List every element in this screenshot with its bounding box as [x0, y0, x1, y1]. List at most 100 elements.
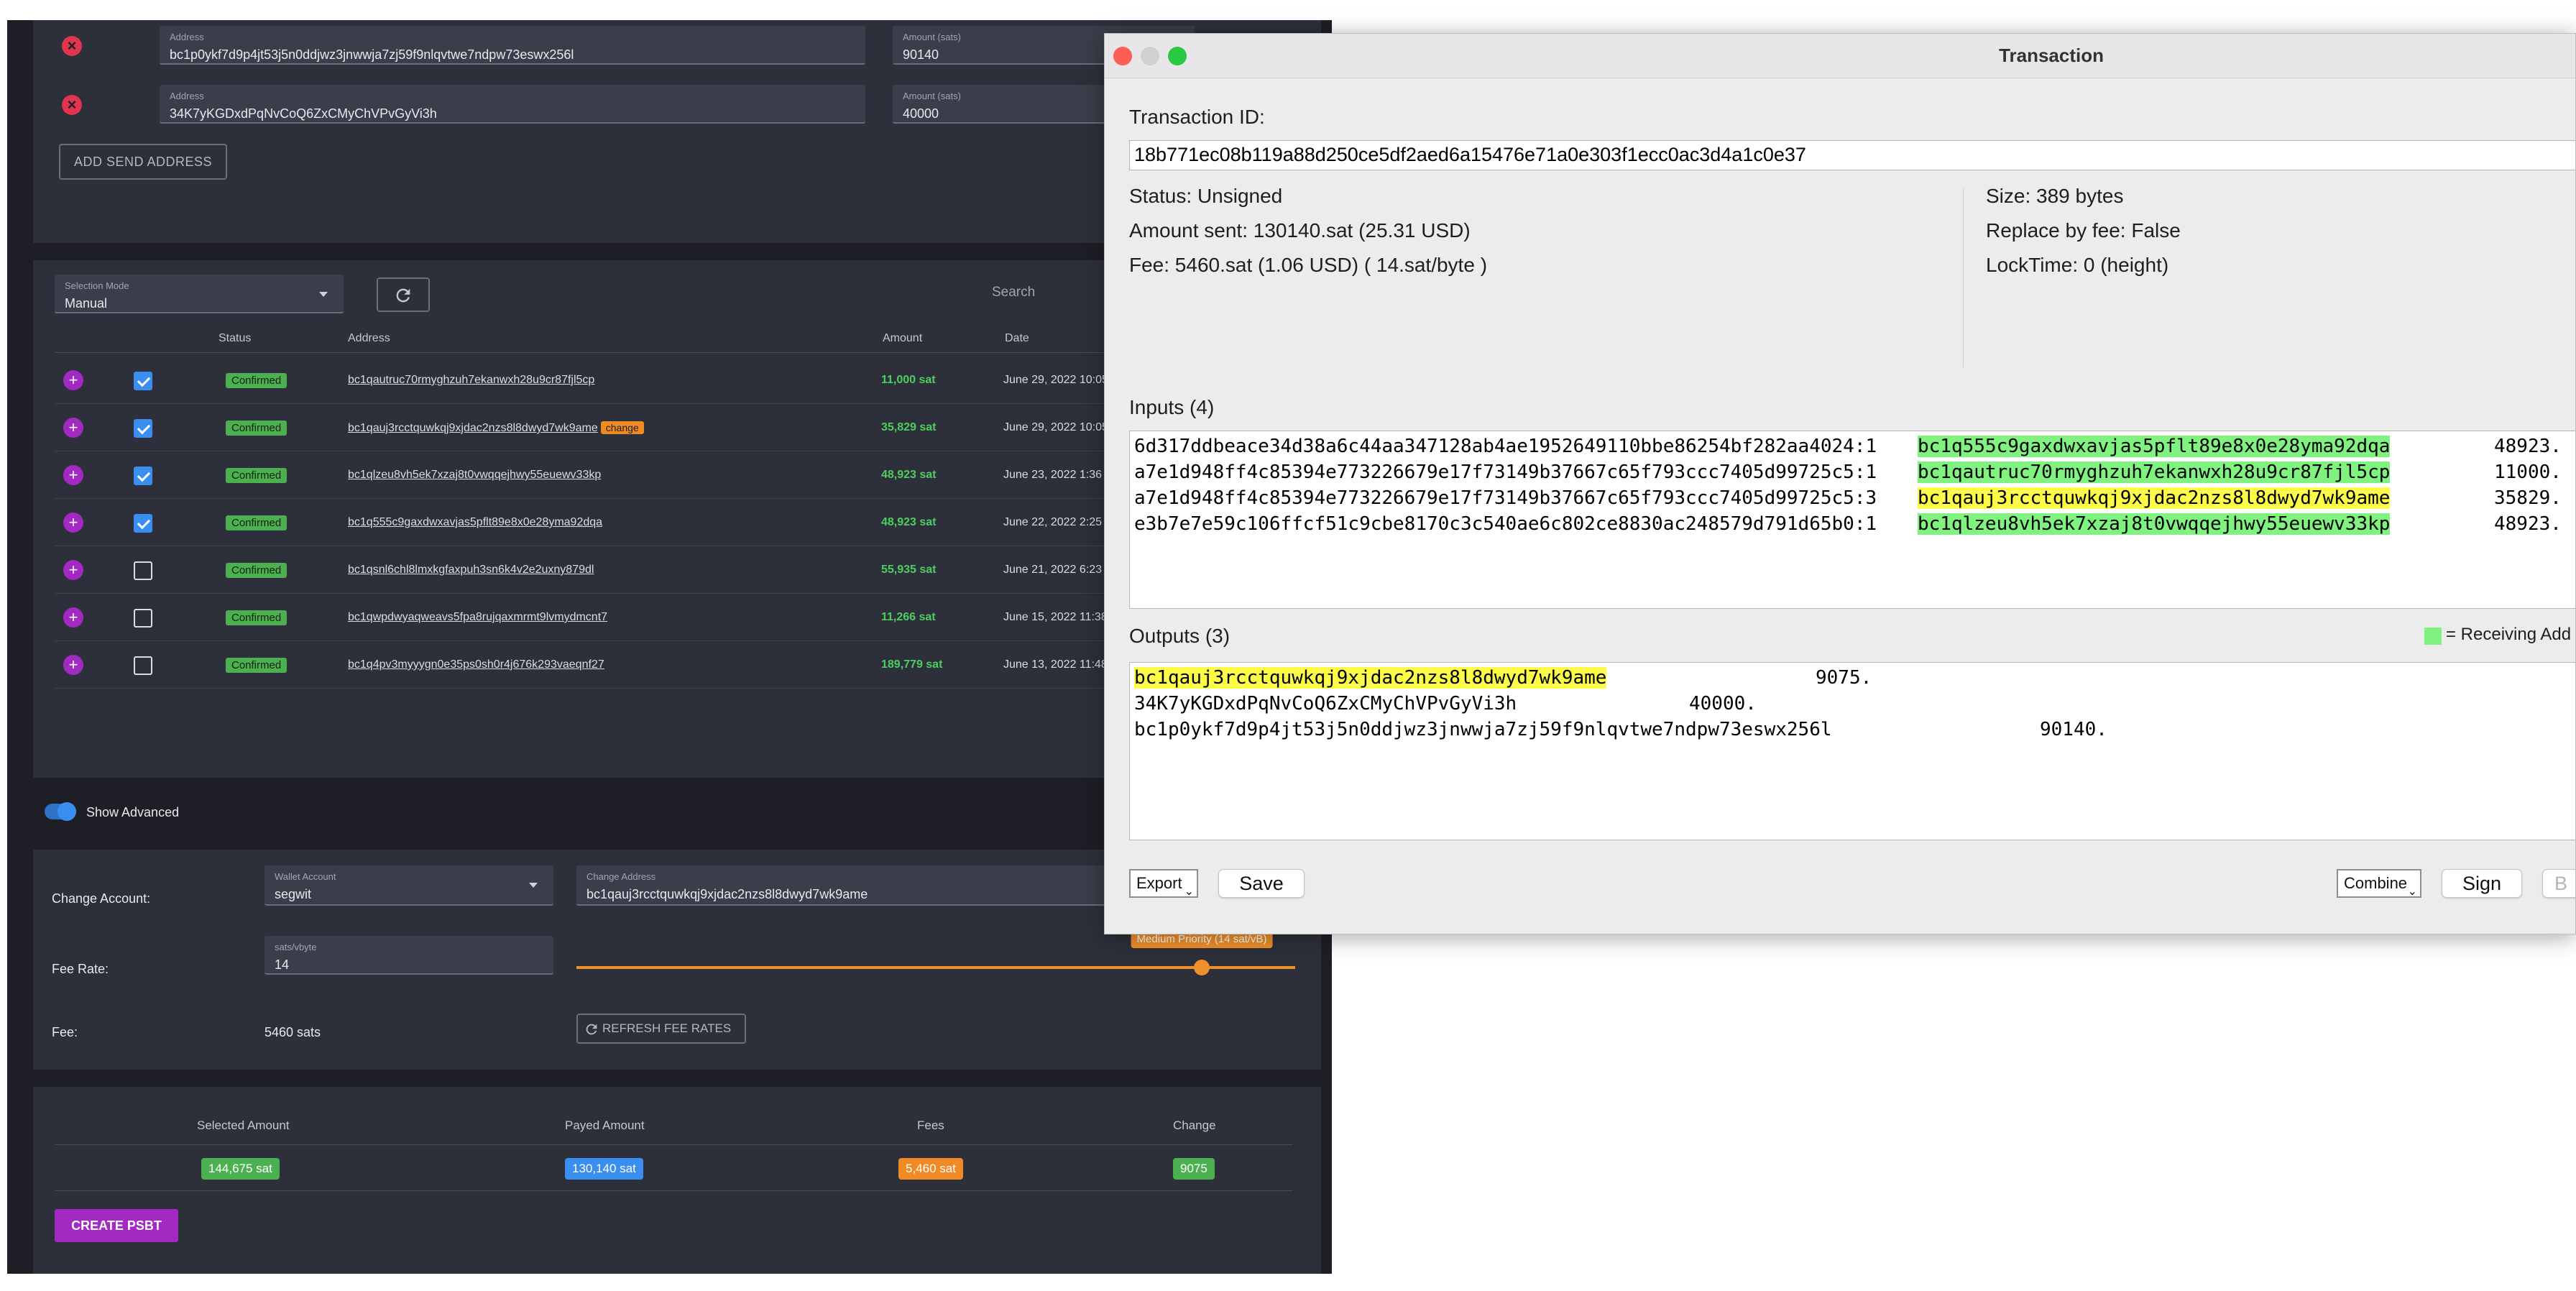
payed-amount-value: 130,140 sat — [565, 1158, 643, 1180]
selected-amount-header: Selected Amount — [197, 1118, 290, 1132]
add-utxo-button[interactable]: + — [63, 560, 83, 580]
locktime-text: LockTime: 0 (height) — [1986, 254, 2169, 276]
remove-recipient-2-button[interactable]: × — [62, 95, 82, 115]
input-outpoint: e3b7e7e59c106ffcf51c9cbe8170c3c540ae6c80… — [1134, 513, 1877, 535]
table-row[interactable]: + Confirmed bc1qwpdwyaqweavs5fpa8rujqaxmrm… — [55, 594, 1136, 641]
txid-value: 18b771ec08b119a88d250ce5df2aed6a15476e71… — [1134, 144, 1806, 165]
table-row[interactable]: + Confirmed bc1qsnl6chl8lmxkgfaxpuh3sn6k4v… — [55, 546, 1136, 594]
add-utxo-button[interactable]: + — [63, 418, 83, 438]
table-row[interactable]: + Confirmed bc1qlzeu8vh5ek7xzaj8t0vwqqejhw… — [55, 451, 1136, 499]
input-address: bc1q555c9gaxdwxavjas5pflt89e8x0e28yma92d… — [1918, 436, 2391, 457]
change-badge: change — [600, 421, 644, 434]
utxo-address-link[interactable]: bc1qauj3rcctquwkqj9xjdac2nzs8l8dwyd7wk9a… — [348, 421, 644, 435]
table-row[interactable]: + Confirmed bc1qautruc70rmyghzuh7ekanwxh28… — [55, 357, 1136, 404]
output-amount: 90140. — [2040, 719, 2107, 740]
show-advanced-label: Show Advanced — [86, 805, 180, 819]
title-bar[interactable]: Transaction — [1105, 34, 2575, 78]
utxo-amount: 11,266 sat — [881, 611, 936, 623]
utxo-amount: 189,779 sat — [881, 658, 943, 671]
utxo-checkbox[interactable] — [134, 514, 152, 533]
sign-button[interactable]: Sign — [2442, 869, 2522, 898]
add-utxo-button[interactable]: + — [63, 370, 83, 390]
utxo-checkbox[interactable] — [134, 561, 152, 580]
refresh-utxos-button[interactable] — [377, 277, 430, 312]
fee-rate-slider[interactable]: Medium Priority (14 sat/vB) — [576, 930, 1295, 975]
output-amount: 9075. — [1816, 667, 1872, 689]
header-date: Date — [1005, 332, 1029, 344]
outputs-list[interactable]: bc1qauj3rcctquwkqj9xjdac2nzs8l8dwyd7wk9a… — [1129, 662, 2575, 840]
add-utxo-button[interactable]: + — [63, 655, 83, 675]
recipient-2-address-field[interactable]: Address 34K7yKGDxdPqNvCoQ6ZxCMyChVPvGyVi… — [160, 85, 865, 124]
broadcast-button[interactable]: B — [2542, 869, 2575, 898]
output-address: bc1p0ykf7d9p4jt53j5n0ddjwz3jnwwja7zj59f9… — [1134, 719, 1832, 740]
utxo-address-link[interactable]: bc1q555c9gaxdwxavjas5pflt89e8x0e28yma92d… — [348, 516, 602, 529]
utxo-address: bc1qautruc70rmyghzuh7ekanwxh28u9cr87fjl5… — [348, 374, 595, 386]
utxo-address: bc1qlzeu8vh5ek7xzaj8t0vwqqejhwy55euewv33… — [348, 469, 602, 481]
utxo-amount: 48,923 sat — [881, 469, 937, 481]
utxo-address-link[interactable]: bc1qwpdwyaqweavs5fpa8rujqaxmrmt9lvmydmcn… — [348, 611, 607, 624]
add-utxo-button[interactable]: + — [63, 465, 83, 485]
combine-label: Combine — [2344, 874, 2408, 892]
fees-header: Fees — [917, 1118, 944, 1132]
utxo-amount: 55,935 sat — [881, 564, 937, 576]
status-badge: Confirmed — [226, 468, 288, 483]
amount-label: Amount (sats) — [903, 91, 961, 101]
selection-mode-select[interactable]: Selection Mode Manual — [55, 275, 344, 313]
utxo-checkbox[interactable] — [134, 419, 152, 438]
inputs-label: Inputs (4) — [1129, 396, 1215, 418]
fees-value: 5,460 sat — [898, 1158, 963, 1180]
address-value: bc1p0ykf7d9p4jt53j5n0ddjwz3jnwwja7zj59f9… — [170, 47, 574, 62]
change-header: Change — [1173, 1118, 1216, 1132]
table-row[interactable]: + Confirmed bc1q4pv3myyygn0e35ps0sh0r4j676… — [55, 641, 1136, 689]
amount-sent-text: Amount sent: 130140.sat (25.31 USD) — [1129, 219, 1471, 242]
header-amount: Amount — [883, 332, 923, 344]
combine-menu[interactable]: Combine ⌄ — [2337, 869, 2421, 898]
table-row[interactable]: + Confirmed bc1qauj3rcctquwkqj9xjdac2nzs8l… — [55, 404, 1136, 451]
export-label: Export — [1136, 874, 1182, 892]
address-label: Address — [170, 91, 204, 101]
chevron-down-icon: ⌄ — [1184, 886, 1194, 898]
utxo-checkbox[interactable] — [134, 656, 152, 675]
utxo-address-link[interactable]: bc1q4pv3myyygn0e35ps0sh0r4j676k293vaeqnf… — [348, 658, 604, 671]
utxo-address-link[interactable]: bc1qautruc70rmyghzuh7ekanwxh28u9cr87fjl5… — [348, 374, 594, 387]
wallet-account-select[interactable]: Wallet Account segwit — [264, 865, 553, 906]
table-row[interactable]: + Confirmed bc1q555c9gaxdwxavjas5pflt89e8x… — [55, 499, 1136, 546]
sats-vbyte-label: sats/vbyte — [275, 942, 317, 952]
wallet-account-value: segwit — [275, 887, 312, 901]
wallet-account-label: Wallet Account — [275, 871, 336, 882]
show-advanced-toggle[interactable] — [45, 802, 76, 821]
create-psbt-button[interactable]: CREATE PSBT — [55, 1209, 178, 1242]
fee-text: Fee: 5460.sat (1.06 USD) ( 14.sat/byte ) — [1129, 254, 1488, 276]
search-field[interactable]: Search — [992, 285, 1035, 300]
remove-recipient-1-button[interactable]: × — [62, 36, 82, 56]
status-badge: Confirmed — [226, 610, 288, 625]
utxo-address: bc1qauj3rcctquwkqj9xjdac2nzs8l8dwyd7wk9a… — [348, 422, 598, 434]
txid-field[interactable]: 18b771ec08b119a88d250ce5df2aed6a15476e71… — [1129, 140, 2575, 170]
input-address: bc1qlzeu8vh5ek7xzaj8t0vwqqejhwy55euewv33… — [1918, 513, 2391, 535]
input-amount: 48923. — [2494, 436, 2562, 457]
sats-vbyte-input[interactable]: sats/vbyte 14 — [264, 936, 553, 975]
save-button[interactable]: Save — [1218, 869, 1305, 898]
export-menu[interactable]: Export ⌄ — [1129, 869, 1198, 898]
add-send-address-button[interactable]: ADD SEND ADDRESS — [59, 144, 227, 180]
utxo-checkbox[interactable] — [134, 609, 152, 628]
payed-amount-header: Payed Amount — [565, 1118, 645, 1132]
recipient-1-address-field[interactable]: Address bc1p0ykf7d9p4jt53j5n0ddjwz3jnwwj… — [160, 26, 865, 65]
input-address: bc1qautruc70rmyghzuh7ekanwxh28u9cr87fjl5… — [1918, 461, 2391, 483]
amount-value: 90140 — [903, 47, 939, 62]
sats-vbyte-value: 14 — [275, 957, 290, 972]
utxo-address-link[interactable]: bc1qsnl6chl8lmxkgfaxpuh3sn6k4v2e2uxny879… — [348, 564, 594, 576]
inputs-list[interactable]: 6d317ddbeace34d38a6c44aa347128ab4ae19526… — [1129, 431, 2575, 609]
utxo-checkbox[interactable] — [134, 372, 152, 390]
receiving-legend-text: = Receiving Add — [2446, 625, 2572, 644]
slider-thumb[interactable] — [1194, 960, 1210, 975]
status-badge: Confirmed — [226, 373, 288, 388]
utxo-checkbox[interactable] — [134, 467, 152, 485]
add-utxo-button[interactable]: + — [63, 513, 83, 533]
utxo-address-link[interactable]: bc1qlzeu8vh5ek7xzaj8t0vwqqejhwy55euewv33… — [348, 469, 601, 482]
transaction-window: Transaction Transaction ID: 18b771ec08b1… — [1104, 33, 2576, 934]
txid-label: Transaction ID: — [1129, 106, 1265, 128]
refresh-fee-rates-button[interactable]: REFRESH FEE RATES — [576, 1014, 746, 1044]
add-utxo-button[interactable]: + — [63, 607, 83, 628]
amount-value: 40000 — [903, 106, 939, 121]
